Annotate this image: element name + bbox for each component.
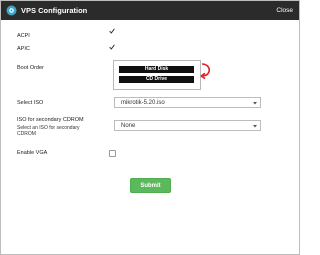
dialog-title: VPS Configuration [21,6,88,15]
close-button[interactable]: Close [276,5,293,16]
boot-item-hard-disk[interactable]: Hard Disk [119,66,194,73]
enable-vga-checkbox[interactable] [109,150,116,157]
acpi-label: ACPI [17,33,30,39]
secondary-cdrom-help: Select an ISO for secondary CDROM [17,125,80,137]
boot-order-list: Hard Disk CD Drive [113,60,201,90]
select-iso-dropdown[interactable]: mikrotik-5.20.iso [114,97,261,108]
vps-configuration-dialog: VPS Configuration Close ACPI APIC Boot O… [0,0,300,255]
secondary-cdrom-label: ISO for secondary CDROM [17,117,84,123]
secondary-cdrom-dropdown[interactable]: None [114,120,261,131]
boot-item-cd-drive[interactable]: CD Drive [119,76,194,83]
secondary-cdrom-value: None [121,123,136,129]
dialog-titlebar: VPS Configuration Close [1,1,299,20]
enable-vga-label: Enable VGA [17,150,48,156]
vps-logo-icon [6,5,17,16]
select-iso-label: Select ISO [17,100,44,106]
curved-arrow-icon [200,63,211,80]
apic-checkbox[interactable] [109,44,115,50]
select-iso-value: mikrotik-5.20.iso [121,100,165,106]
submit-button[interactable]: Submit [130,178,171,193]
apic-label: APIC [17,46,30,52]
caret-down-icon [253,102,257,105]
boot-order-label: Boot Order [17,65,44,71]
caret-down-icon [253,125,257,128]
acpi-checkbox[interactable] [109,28,115,34]
